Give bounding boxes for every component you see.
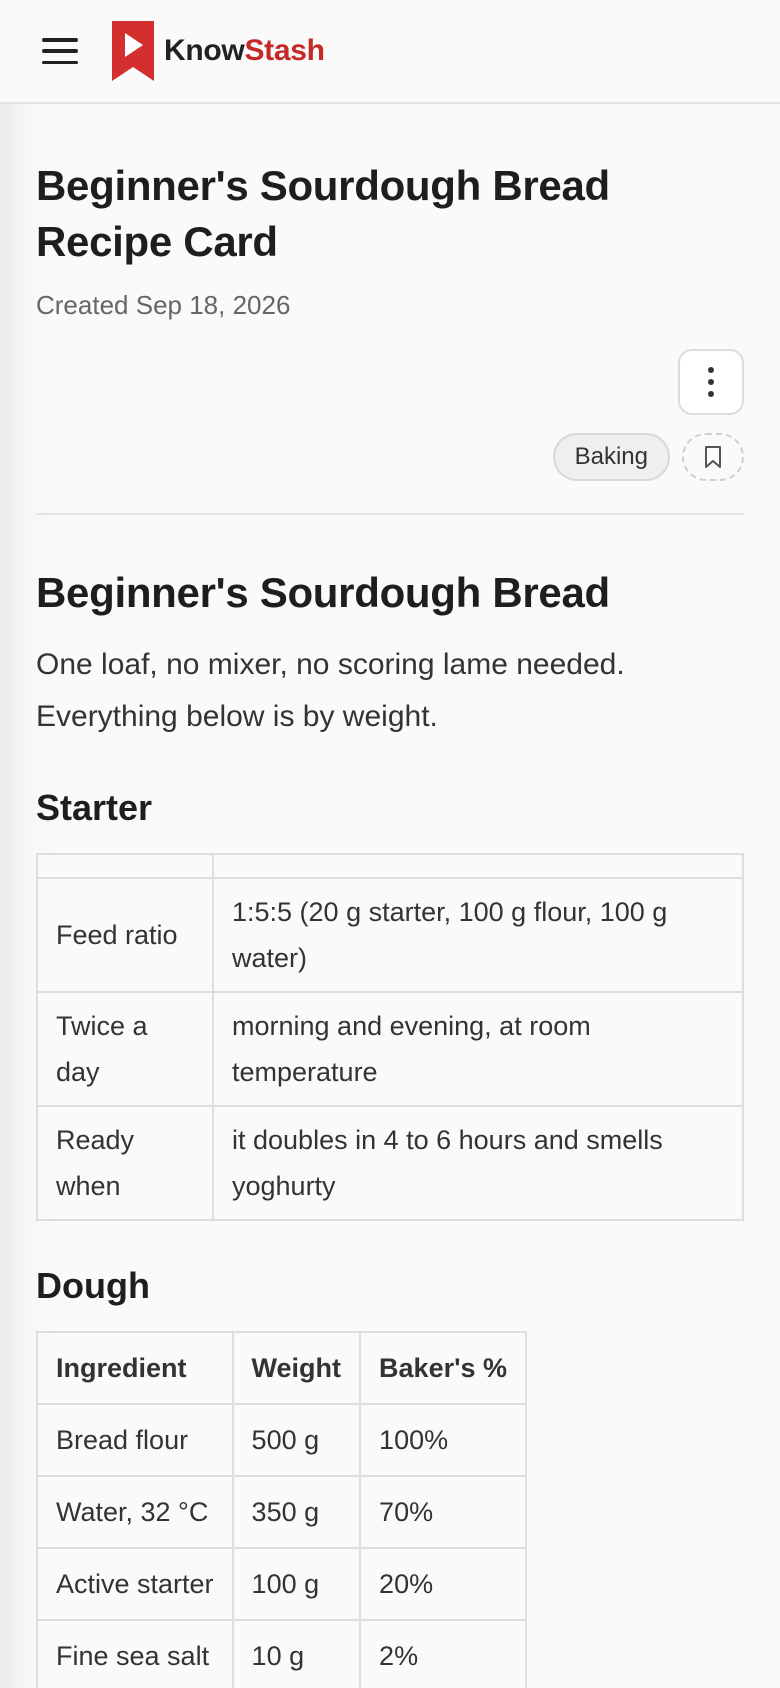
- table-cell: 100%: [359, 1403, 528, 1477]
- table-row: Bread flour 500 g 100%: [36, 1403, 528, 1477]
- table-cell: 20%: [359, 1547, 528, 1621]
- top-app-bar: KnowStash: [0, 0, 780, 104]
- tag-chip[interactable]: Baking: [552, 433, 670, 481]
- table-cell: Active starter: [36, 1547, 234, 1621]
- table-cell: 500 g: [231, 1403, 362, 1477]
- brand-logo[interactable]: KnowStash: [112, 21, 325, 81]
- column-header: Weight: [231, 1331, 362, 1405]
- bookmark-button[interactable]: [682, 433, 744, 481]
- tags-row: Baking: [36, 433, 744, 481]
- hamburger-menu-icon[interactable]: [42, 38, 78, 64]
- table-row: Active starter 100 g 20%: [36, 1547, 528, 1621]
- column-header: Baker's %: [359, 1331, 528, 1405]
- table-cell: Ready when: [36, 1105, 214, 1221]
- table-cell: 350 g: [231, 1475, 362, 1549]
- table-cell: morning and evening, at room temperature: [212, 991, 744, 1107]
- table-row: Water, 32 °C 350 g 70%: [36, 1475, 528, 1549]
- bookmark-play-logo-icon: [112, 21, 154, 81]
- recipe-heading: Beginner's Sourdough Bread: [36, 569, 610, 616]
- brand-name: KnowStash: [164, 34, 325, 68]
- table-cell: Bread flour: [36, 1403, 234, 1477]
- brand-name-part1: Know: [164, 34, 245, 67]
- bookmark-icon: [705, 446, 721, 468]
- table-cell: it doubles in 4 to 6 hours and smells yo…: [212, 1105, 744, 1221]
- dough-heading: Dough: [36, 1265, 150, 1306]
- table-cell: 10 g: [231, 1619, 362, 1688]
- table-cell: Feed ratio: [36, 877, 214, 993]
- table-row: Ready when it doubles in 4 to 6 hours an…: [36, 1105, 744, 1221]
- table-cell: 2%: [359, 1619, 528, 1688]
- table-cell: 1:5:5 (20 g starter, 100 g flour, 100 g …: [212, 877, 744, 993]
- starter-heading: Starter: [36, 787, 153, 828]
- more-vertical-icon-dot: [708, 379, 714, 385]
- table-row: Twice a day morning and evening, at room…: [36, 991, 744, 1107]
- table-cell: 70%: [359, 1475, 528, 1549]
- starter-table-header-row: [36, 853, 744, 879]
- starter-table: Feed ratio 1:5:5 (20 g starter, 100 g fl…: [36, 853, 744, 1221]
- table-cell: Water, 32 °C: [36, 1475, 234, 1549]
- table-cell: Twice a day: [36, 991, 214, 1107]
- column-header: Ingredient: [36, 1331, 234, 1405]
- table-header-row: Ingredient Weight Baker's %: [36, 1331, 528, 1405]
- card-actions: [36, 349, 744, 415]
- brand-name-part2: Stash: [244, 34, 325, 67]
- more-options-button[interactable]: [678, 349, 744, 415]
- table-cell: Fine sea salt: [36, 1619, 234, 1688]
- table-row: Fine sea salt 10 g 2%: [36, 1619, 528, 1688]
- table-row: Feed ratio 1:5:5 (20 g starter, 100 g fl…: [36, 877, 744, 993]
- more-vertical-icon-dot: [708, 391, 714, 397]
- table-cell: 100 g: [231, 1547, 362, 1621]
- dough-table: Ingredient Weight Baker's % Bread flour …: [36, 1331, 528, 1688]
- page-title: Beginner's Sourdough Bread Recipe Card: [36, 162, 610, 265]
- created-date: Created Sep 18, 2026: [36, 290, 291, 320]
- divider: [36, 513, 744, 515]
- recipe-intro: One loaf, no mixer, no scoring lame need…: [36, 648, 625, 733]
- main-content: Beginner's Sourdough Bread Recipe Card C…: [0, 158, 780, 1688]
- more-vertical-icon-dot: [708, 367, 714, 373]
